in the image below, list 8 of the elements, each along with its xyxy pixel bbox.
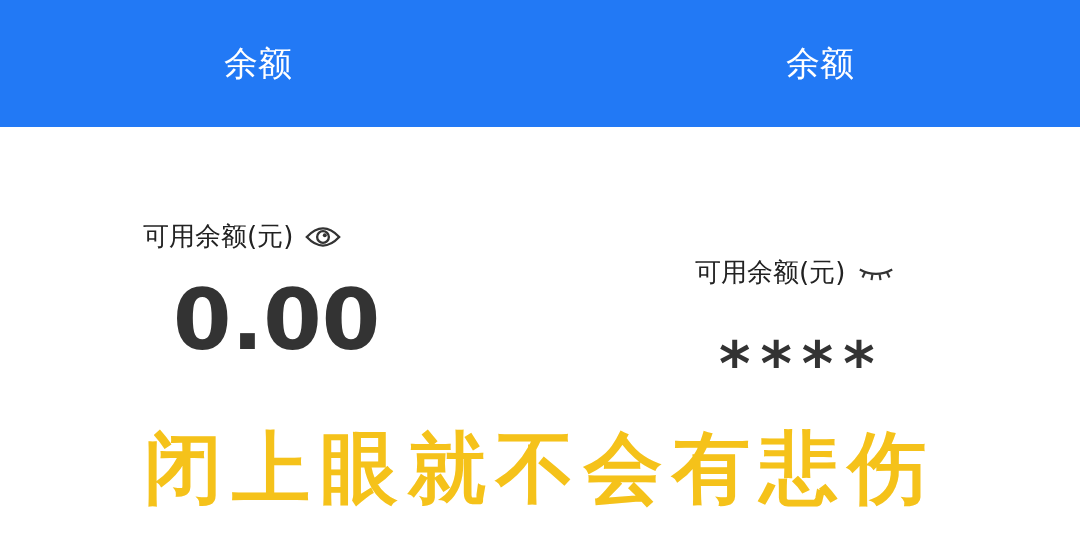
eye-icon[interactable] [305, 224, 342, 249]
caption: 闭上眼就不会有悲伤 [143, 422, 937, 515]
screen-title: 余额 [224, 43, 292, 84]
balance-label: 可用余额(元) [143, 221, 294, 253]
balance-label: 可用余额(元) [695, 257, 846, 289]
balance-amount: 0.00 [173, 270, 381, 371]
screen-title: 余额 [786, 43, 854, 84]
balance-amount: **** [719, 328, 885, 401]
